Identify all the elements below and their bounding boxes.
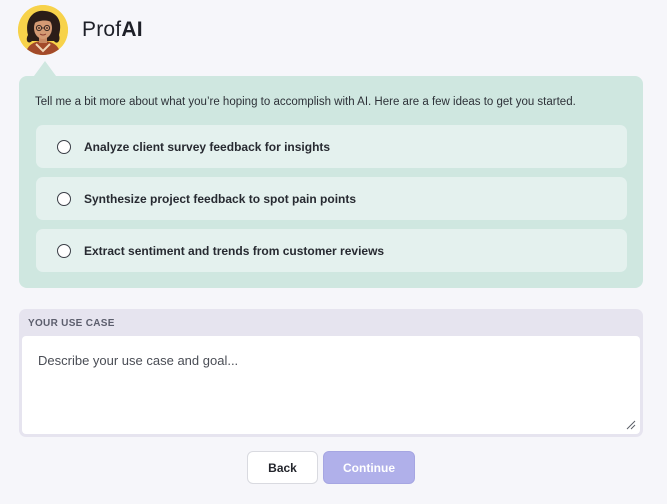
option-analyze-survey[interactable]: Analyze client survey feedback for insig… (36, 125, 627, 168)
option-label: Analyze client survey feedback for insig… (84, 139, 331, 154)
woman-avatar-icon (18, 5, 68, 55)
radio-button[interactable] (57, 139, 71, 154)
use-case-panel: YOUR USE CASE Describe your use case and… (19, 309, 643, 437)
use-case-label: YOUR USE CASE (28, 318, 115, 329)
option-label: Synthesize project feedback to spot pain… (84, 191, 357, 206)
option-synthesize-feedback[interactable]: Synthesize project feedback to spot pain… (36, 177, 627, 220)
radio-button[interactable] (57, 243, 71, 258)
header: ProfAI (18, 5, 143, 55)
use-case-textarea[interactable]: Describe your use case and goal... (22, 336, 640, 434)
brand-suffix: AI (121, 18, 143, 41)
back-button[interactable]: Back (247, 451, 318, 484)
option-extract-sentiment[interactable]: Extract sentiment and trends from custom… (36, 229, 627, 272)
suggestion-card: Tell me a bit more about what you’re hop… (19, 76, 643, 288)
brand-prefix: Prof (82, 18, 122, 41)
brand-name: ProfAI (82, 18, 143, 42)
option-label: Extract sentiment and trends from custom… (84, 243, 385, 258)
resize-handle-icon[interactable] (626, 420, 636, 430)
speech-bubble-tail (34, 61, 56, 76)
continue-button[interactable]: Continue (323, 451, 415, 484)
use-case-placeholder: Describe your use case and goal... (38, 353, 239, 368)
intro-text: Tell me a bit more about what you’re hop… (35, 96, 576, 108)
radio-button[interactable] (57, 191, 71, 206)
